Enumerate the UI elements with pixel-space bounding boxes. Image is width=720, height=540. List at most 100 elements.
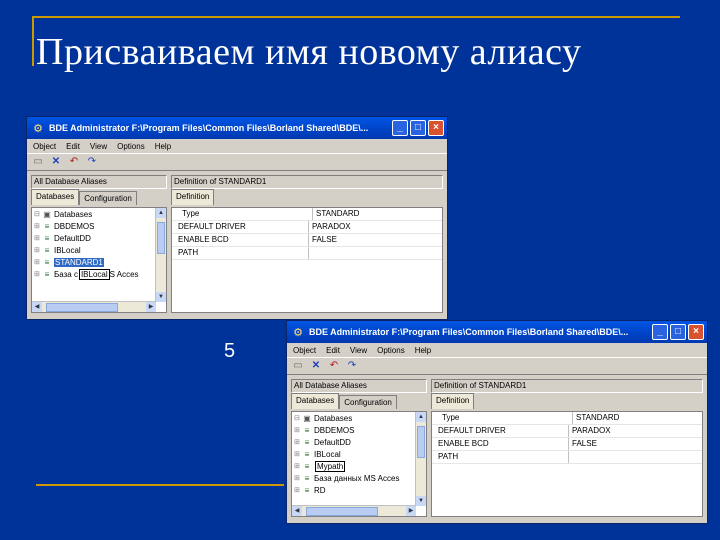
close-button[interactable]: × (688, 324, 704, 340)
definition-caption: Definition of STANDARD1 (431, 379, 703, 393)
database-icon: ≡ (304, 425, 310, 435)
bde-app-icon: ⚙ (293, 326, 303, 339)
tree-item[interactable]: ⊞ ≡ DefaultDD (292, 436, 426, 448)
scroll-right-icon: ▶ (406, 506, 416, 516)
apply-icon[interactable]: ↷ (85, 156, 99, 168)
tab-definition[interactable]: Definition (431, 393, 475, 409)
menu-edit[interactable]: Edit (326, 346, 340, 355)
menu-help[interactable]: Help (155, 142, 171, 151)
tree-item[interactable]: ⊞ ≡ База с IBLocal S Acces (32, 268, 166, 280)
database-icon: ≡ (44, 269, 50, 279)
bde-window-2: ⚙ BDE Administrator F:\Program Files\Com… (286, 320, 708, 524)
definition-pane: Definition of STANDARD1 Definition Type S… (171, 175, 443, 313)
scroll-left-icon: ◀ (292, 506, 302, 516)
tree-vertical-scrollbar[interactable]: ▲ ▼ (415, 412, 426, 506)
menu-help[interactable]: Help (415, 346, 431, 355)
tree-item[interactable]: ⊟ ▣ Databases (292, 412, 426, 424)
databases-icon: ▣ (303, 413, 311, 423)
slide-page-number: 5 (224, 340, 236, 362)
toolbar: ▭ ✕ ↶ ↷ (287, 358, 707, 375)
menu-object[interactable]: Object (293, 346, 316, 355)
tree-vertical-scrollbar[interactable]: ▲ ▼ (155, 208, 166, 302)
toolbar: ▭ ✕ ↶ ↷ (27, 154, 447, 171)
menu-options[interactable]: Options (117, 142, 145, 151)
minimize-button[interactable]: _ (652, 324, 668, 340)
undo-icon[interactable]: ↶ (67, 156, 81, 168)
database-icon: ≡ (44, 233, 50, 243)
database-icon: ≡ (304, 449, 310, 459)
open-folder-icon[interactable]: ▭ (291, 360, 305, 372)
tree-item[interactable]: ⊞ ≡ DBDEMOS (32, 220, 166, 232)
tree-item-editing[interactable]: ⊞ ≡ Mypath (292, 460, 426, 472)
title-bar[interactable]: ⚙ BDE Administrator F:\Program Files\Com… (27, 117, 447, 139)
tab-configuration[interactable]: Configuration (79, 191, 137, 205)
table-row[interactable]: DEFAULT DRIVER PARADOX (172, 221, 442, 234)
database-icon: ≡ (304, 461, 310, 471)
aliases-pane: All Database Aliases Databases Configura… (291, 379, 427, 517)
alias-name-edit[interactable]: Mypath (315, 460, 346, 472)
alias-name-edit[interactable]: IBLocal (78, 268, 110, 280)
tree-horizontal-scrollbar[interactable]: ◀ ▶ (32, 301, 156, 312)
tab-definition[interactable]: Definition (171, 189, 215, 205)
tree-item-selected[interactable]: ⊞ ≡ STANDARD1 (32, 256, 166, 268)
tree-item[interactable]: ⊟ ▣ Databases (32, 208, 166, 220)
scroll-left-icon: ◀ (32, 302, 42, 312)
menu-view[interactable]: View (350, 346, 367, 355)
table-row[interactable]: DEFAULT DRIVER PARADOX (432, 425, 702, 438)
table-row[interactable]: ENABLE BCD FALSE (432, 438, 702, 451)
tree-horizontal-scrollbar[interactable]: ◀ ▶ (292, 505, 416, 516)
aliases-caption: All Database Aliases (291, 379, 427, 393)
aliases-caption: All Database Aliases (31, 175, 167, 189)
delete-x-icon[interactable]: ✕ (49, 156, 63, 168)
open-folder-icon[interactable]: ▭ (31, 156, 45, 168)
tree-item[interactable]: ⊞ ≡ IBLocal (32, 244, 166, 256)
title-bar[interactable]: ⚙ BDE Administrator F:\Program Files\Com… (287, 321, 707, 343)
definition-grid: Type STANDARD DEFAULT DRIVER PARADOX ENABL… (171, 207, 443, 313)
tab-configuration[interactable]: Configuration (339, 395, 397, 409)
databases-icon: ▣ (43, 209, 51, 219)
apply-icon[interactable]: ↷ (345, 360, 359, 372)
maximize-button[interactable]: □ (670, 324, 686, 340)
tab-databases[interactable]: Databases (31, 189, 80, 205)
scroll-down-icon: ▼ (416, 496, 426, 506)
database-icon: ≡ (304, 473, 310, 483)
tree-item[interactable]: ⊞ ≡ DBDEMOS (292, 424, 426, 436)
title-rule-top (32, 16, 680, 18)
table-row[interactable]: PATH (432, 451, 702, 464)
maximize-button[interactable]: □ (410, 120, 426, 136)
menu-options[interactable]: Options (377, 346, 405, 355)
window-title: BDE Administrator F:\Program Files\Commo… (309, 327, 629, 337)
database-icon: ≡ (44, 257, 50, 267)
tree-item[interactable]: ⊞ ≡ База данных MS Acces (292, 472, 426, 484)
tab-databases[interactable]: Databases (291, 393, 340, 409)
window-title: BDE Administrator F:\Program Files\Commo… (49, 123, 369, 133)
table-row[interactable]: Type STANDARD (432, 412, 702, 425)
menu-bar: Object Edit View Options Help (287, 343, 707, 358)
minimize-button[interactable]: _ (392, 120, 408, 136)
close-button[interactable]: × (428, 120, 444, 136)
alias-tree: ⊟ ▣ Databases ⊞ ≡ DBDEMOS ⊞ ≡ DefaultDD ⊞ ≡ IBLo… (291, 411, 427, 517)
tree-item[interactable]: ⊞ ≡ DefaultDD (32, 232, 166, 244)
bde-window-1: ⚙ BDE Administrator F:\Program Files\Com… (26, 116, 448, 320)
slide-title: Присваиваем имя новому алиасу (36, 31, 582, 73)
database-icon: ≡ (44, 221, 50, 231)
bde-app-icon: ⚙ (33, 122, 43, 135)
delete-x-icon[interactable]: ✕ (309, 360, 323, 372)
scroll-right-icon: ▶ (146, 302, 156, 312)
menu-object[interactable]: Object (33, 142, 56, 151)
table-row[interactable]: Type STANDARD (172, 208, 442, 221)
database-icon: ≡ (44, 245, 50, 255)
table-row[interactable]: PATH (172, 247, 442, 260)
tree-item[interactable]: ⊞ ≡ RD (292, 484, 426, 496)
database-icon: ≡ (304, 437, 310, 447)
title-rule-left (32, 16, 34, 66)
undo-icon[interactable]: ↶ (327, 360, 341, 372)
alias-tree: ⊟ ▣ Databases ⊞ ≡ DBDEMOS ⊞ ≡ DefaultDD ⊞ ≡ IBLo… (31, 207, 167, 313)
definition-pane: Definition of STANDARD1 Definition Type S… (431, 379, 703, 517)
tree-item[interactable]: ⊞ ≡ IBLocal (292, 448, 426, 460)
definition-grid: Type STANDARD DEFAULT DRIVER PARADOX ENABL… (431, 411, 703, 517)
scroll-up-icon: ▲ (416, 412, 426, 422)
menu-edit[interactable]: Edit (66, 142, 80, 151)
menu-view[interactable]: View (90, 142, 107, 151)
table-row[interactable]: ENABLE BCD FALSE (172, 234, 442, 247)
